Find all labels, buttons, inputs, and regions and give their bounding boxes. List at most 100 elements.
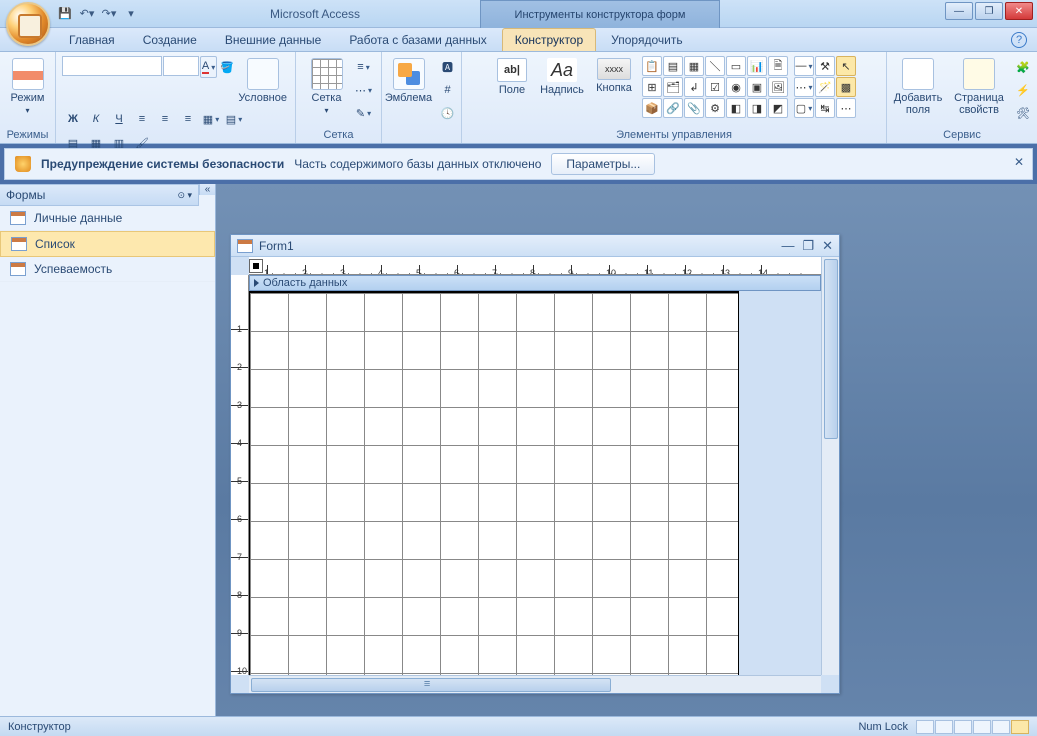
code-icon[interactable]: 🧩 [1012,56,1034,78]
qat-undo-icon[interactable]: ↶▾ [78,5,96,23]
qat-redo-icon[interactable]: ↷▾ [100,5,118,23]
form-restore-icon[interactable]: ❐ [802,238,814,254]
tab-external[interactable]: Внешние данные [212,28,335,51]
line-type-split[interactable]: ⋯ [794,77,814,97]
form-window-titlebar[interactable]: Form1 — ❐ ✕ [231,235,839,257]
textbox-control[interactable]: ab| Поле [492,56,532,98]
ctl-optiongroup[interactable]: ▣ [747,77,767,97]
ctl-more1[interactable]: ◧ [726,98,746,118]
ctl-activex[interactable]: ⚙ [705,98,725,118]
view-pivottable[interactable] [954,720,972,734]
italic-button[interactable]: К [85,108,107,130]
control-wizards[interactable]: 🪄 [815,77,835,97]
design-grid[interactable] [249,291,739,685]
title-icon[interactable]: 🅰 [437,56,459,78]
tab-order[interactable]: ↹ [815,98,835,118]
macro-icon[interactable]: ⚡ [1012,79,1034,101]
font-family-select[interactable] [62,56,162,76]
ctl-toggle[interactable]: ⊞ [642,77,662,97]
tab-arrange[interactable]: Упорядочить [598,28,695,51]
qat-save-icon[interactable]: 💾 [56,5,74,23]
set-defaults[interactable]: ⚒ [815,56,835,76]
vertical-ruler[interactable]: 12345678910 [231,275,249,675]
ctl-tab[interactable]: 🗂 [663,77,683,97]
view-form[interactable] [916,720,934,734]
horizontal-ruler[interactable]: 1234567891011121314 [249,257,821,275]
ctl-attachment[interactable]: 📎 [684,98,704,118]
fill-color-split[interactable]: ▦ [200,108,222,130]
v-scroll-thumb[interactable] [824,259,838,439]
font-color-split[interactable]: A [200,56,217,78]
ctl-hyperlink[interactable]: 🔗 [663,98,683,118]
conditional-button[interactable]: Условное [236,56,289,106]
nav-header[interactable]: Формы ⊙ ▾ [0,184,199,206]
fill-bucket-icon[interactable]: 🪣 [218,56,235,78]
nav-collapse-button[interactable]: « [199,184,215,195]
line-width-split[interactable]: ≡ [353,56,375,78]
align-center-button[interactable]: ≡ [154,108,176,130]
view-button[interactable]: Режим ▾ [4,56,52,117]
select-tool[interactable]: ↖ [836,56,856,76]
align-left-button[interactable]: ≡ [131,108,153,130]
h-scroll-thumb[interactable] [251,678,611,692]
ctl-image[interactable]: 🖼 [768,77,788,97]
property-sheet-button[interactable]: Страница свойств [950,56,1008,118]
view-layout[interactable] [992,720,1010,734]
minimize-button[interactable]: — [945,2,973,20]
ctl-more2[interactable]: ◨ [747,98,767,118]
tab-create[interactable]: Создание [130,28,210,51]
line-thickness-split[interactable]: — [794,56,814,76]
page-num-icon[interactable]: # [437,79,459,101]
bold-button[interactable]: Ж [62,108,84,130]
ctl-pagebreak[interactable]: ↲ [684,77,704,97]
office-orb-button[interactable] [6,2,50,46]
form-vertical-scrollbar[interactable] [821,257,839,675]
underline-button[interactable]: Ч [108,108,130,130]
select-tool2[interactable]: ▩ [836,77,856,97]
security-close-icon[interactable]: ✕ [1014,155,1024,169]
nav-item[interactable]: Личные данные [0,206,215,231]
maximize-button[interactable]: ❐ [975,2,1003,20]
ctl-combobox[interactable]: 📋 [642,56,662,76]
view-design[interactable] [1011,720,1029,734]
select-all-box[interactable] [249,259,263,273]
form-minimize-icon[interactable]: — [781,238,794,254]
line-style-split[interactable]: ⋯ [353,79,375,101]
date-time-icon[interactable]: 🕓 [437,102,459,124]
add-fields-button[interactable]: Добавить поля [890,56,946,118]
alt-fill-split[interactable]: ▤ [223,108,245,130]
security-params-button[interactable]: Параметры... [551,153,655,175]
nav-item[interactable]: Успеваемость [0,257,215,282]
button-control[interactable]: xxxx Кнопка [592,56,636,96]
ctl-boundobj[interactable]: 🗎 [768,56,788,76]
nav-item[interactable]: Список [0,231,215,257]
qat-customize-icon[interactable]: ▾ [122,5,140,23]
ctl-rect[interactable]: ▭ [726,56,746,76]
tab-designer[interactable]: Конструктор [502,28,596,51]
ctl-option[interactable]: ◉ [726,77,746,97]
align-right-button[interactable]: ≡ [177,108,199,130]
special-effect-split[interactable]: ▢ [794,98,814,118]
form-close-icon[interactable]: ✕ [822,238,833,254]
emblem-button[interactable]: Эмблема [385,56,433,106]
convert-icon[interactable]: 🛠 [1012,102,1034,124]
view-pivotchart[interactable] [973,720,991,734]
form-horizontal-scrollbar[interactable] [249,675,821,693]
font-size-select[interactable] [163,56,199,76]
nav-dropdown-icon[interactable]: ⊙ ▾ [177,190,192,201]
line-color-split[interactable]: ✎ [353,102,375,124]
tab-dbwork[interactable]: Работа с базами данных [336,28,499,51]
more-controls[interactable]: ⋯ [836,98,856,118]
ctl-line[interactable]: ＼ [705,56,725,76]
view-datasheet[interactable] [935,720,953,734]
detail-section-header[interactable]: Область данных [249,275,821,291]
grid-button[interactable]: Сетка ▾ [303,56,351,117]
ctl-more3[interactable]: ◩ [768,98,788,118]
help-button[interactable]: ? [1011,32,1027,48]
ctl-chart[interactable]: 📊 [747,56,767,76]
ctl-subform[interactable]: ▦ [684,56,704,76]
ctl-listbox[interactable]: ▤ [663,56,683,76]
ctl-checkbox[interactable]: ☑ [705,77,725,97]
close-button[interactable]: ✕ [1005,2,1033,20]
tab-home[interactable]: Главная [56,28,128,51]
